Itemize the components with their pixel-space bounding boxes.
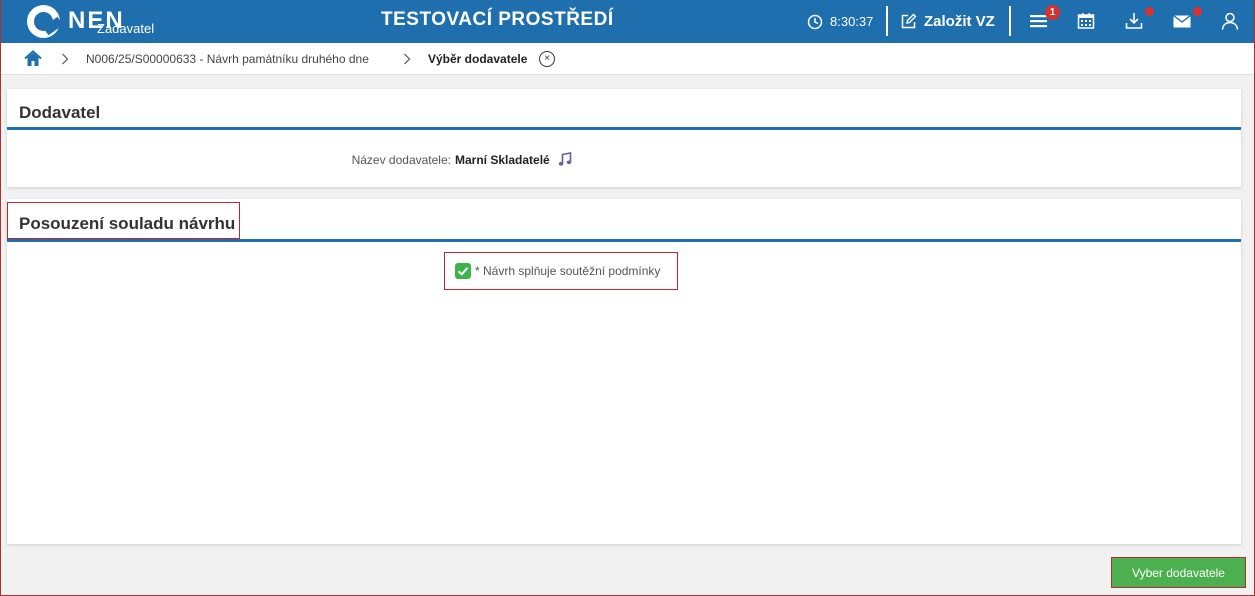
supplier-panel: Dodavatel Název dodavatele: Marní Sklada… — [7, 89, 1241, 187]
chevron-right-icon — [404, 53, 411, 65]
menu-badge: 1 — [1045, 5, 1060, 20]
clock-time: 8:30:37 — [830, 14, 874, 29]
top-header: NEN Zadavatel TESTOVACÍ PROSTŘEDÍ 8:30:3… — [0, 0, 1255, 43]
breadcrumb-item-current: Výběr dodavatele — [428, 52, 528, 66]
logo-subtitle: Zadavatel — [97, 21, 155, 36]
header-separator — [1009, 6, 1011, 36]
section-rule — [7, 127, 1241, 130]
mail-icon[interactable] — [1172, 11, 1192, 31]
breadcrumb-item-contract[interactable]: N006/25/S00000633 - Návrh památníku druh… — [86, 52, 369, 66]
assessment-section-title: Posouzení souladu návrhu — [19, 214, 236, 233]
supplier-name-value: Marní Skladatelé — [455, 153, 550, 167]
conditions-met-checkbox[interactable] — [455, 263, 471, 279]
mail-notification-dot — [1193, 7, 1202, 16]
select-supplier-button[interactable]: Vyber dodavatele — [1111, 557, 1246, 588]
clock-icon — [807, 14, 823, 29]
user-icon[interactable] — [1220, 11, 1240, 31]
header-separator — [886, 6, 888, 36]
supplier-name-label: Název dodavatele: — [351, 153, 451, 167]
nen-logo-icon — [27, 5, 60, 38]
home-icon[interactable] — [24, 50, 42, 67]
chevron-right-icon — [62, 53, 69, 65]
close-tab-icon[interactable]: × — [539, 51, 555, 67]
supplier-section-title: Dodavatel — [19, 103, 101, 122]
edit-icon — [901, 13, 917, 29]
download-icon[interactable] — [1124, 11, 1144, 31]
create-contract-button[interactable]: Založit VZ — [900, 0, 995, 43]
music-note-icon[interactable] — [558, 152, 572, 167]
section-rule — [7, 239, 1241, 242]
assessment-panel: Posouzení souladu návrhu * Návrh splňuje… — [7, 199, 1241, 544]
calendar-icon[interactable] — [1076, 11, 1096, 31]
download-notification-dot — [1145, 7, 1154, 16]
breadcrumb: N006/25/S00000633 - Návrh památníku druh… — [0, 43, 1255, 75]
session-clock: 8:30:37 — [807, 0, 873, 43]
conditions-met-label[interactable]: * Návrh splňuje soutěžní podmínky — [475, 264, 660, 278]
create-contract-label: Založit VZ — [924, 13, 995, 30]
checkmark-icon — [457, 267, 469, 276]
environment-title: TESTOVACÍ PROSTŘEDÍ — [381, 9, 614, 30]
